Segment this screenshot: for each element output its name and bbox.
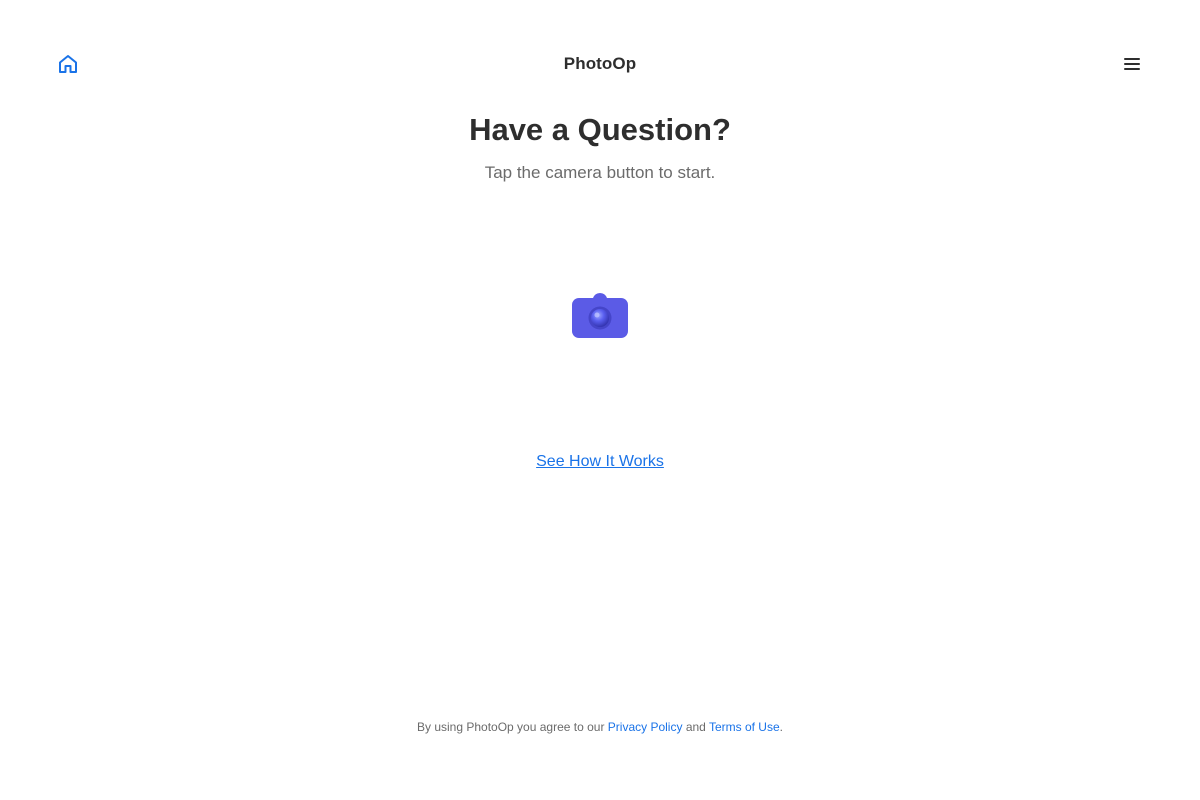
page-subheadline: Tap the camera button to start. bbox=[484, 163, 716, 182]
top-bar: PhotoOp bbox=[0, 44, 1200, 84]
menu-button[interactable] bbox=[1120, 52, 1144, 76]
footer-suffix-text: . bbox=[779, 720, 783, 734]
camera-button[interactable] bbox=[568, 288, 632, 344]
page-headline: Have a Question? bbox=[469, 112, 731, 147]
footer-prefix-text: By using PhotoOp you agree to our bbox=[416, 720, 605, 734]
page: PhotoOp Have a Question? Tap the camera … bbox=[0, 0, 1200, 800]
see-how-it-works-link[interactable]: See How It Works bbox=[536, 453, 664, 470]
hamburger-menu-icon bbox=[1124, 58, 1140, 70]
terms-of-use-link[interactable]: Terms of Use bbox=[709, 720, 780, 734]
app-title: PhotoOp bbox=[563, 54, 637, 73]
legal-footer: By using PhotoOp you agree to our Privac… bbox=[0, 720, 1200, 734]
footer-conjunction-text: and bbox=[685, 720, 706, 734]
how-it-works-container: See How It Works bbox=[0, 453, 1200, 471]
privacy-policy-link[interactable]: Privacy Policy bbox=[608, 720, 683, 734]
camera-icon bbox=[572, 293, 628, 338]
